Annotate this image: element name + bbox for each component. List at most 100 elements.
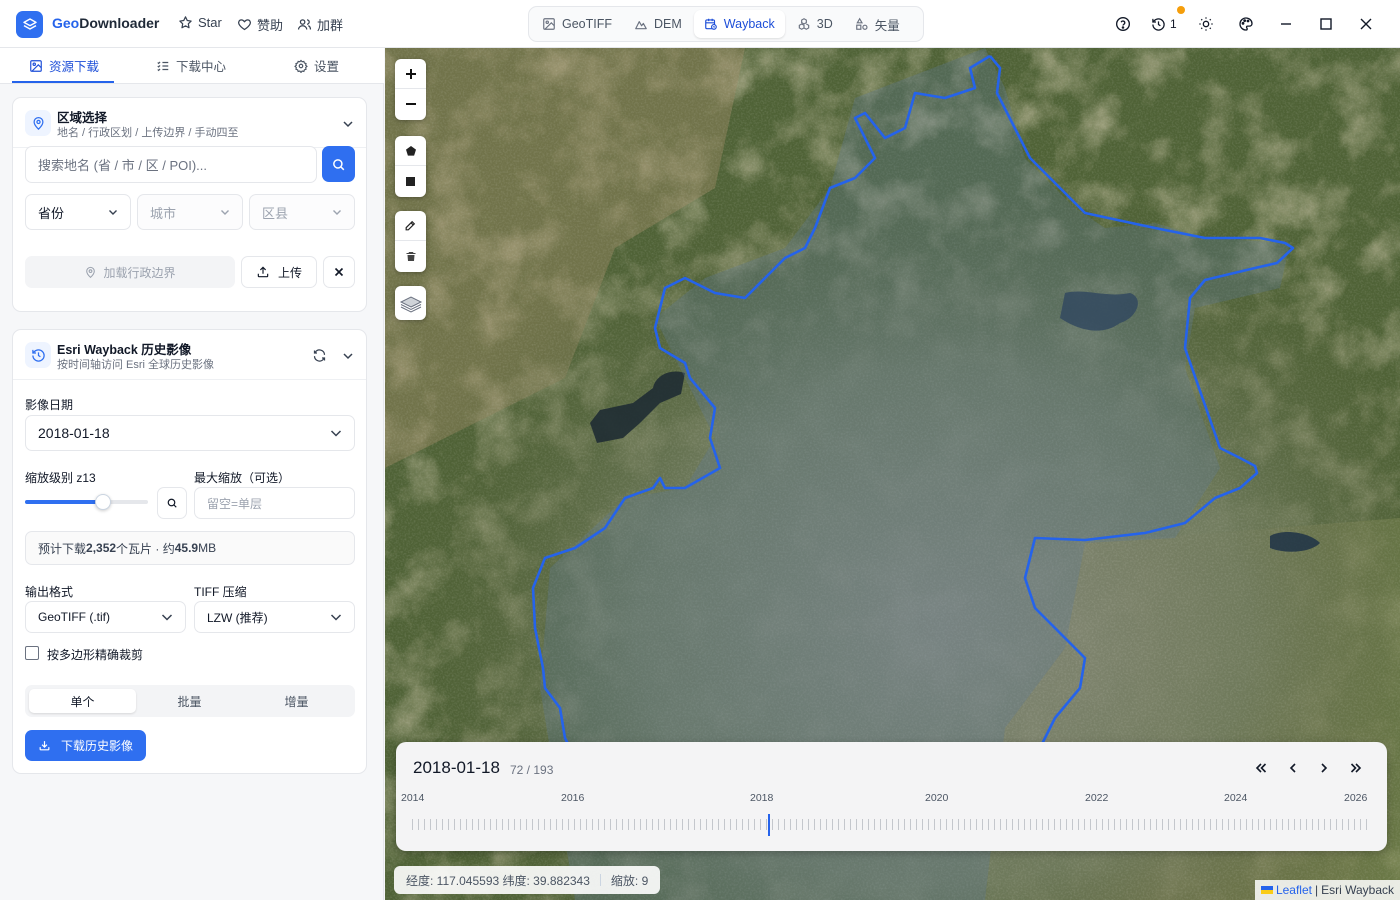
leaflet-link[interactable]: Leaflet (1276, 883, 1312, 897)
timeline-tick[interactable] (1048, 819, 1049, 830)
upload-button[interactable]: 上传 (241, 256, 317, 288)
segment-single[interactable]: 单个 (29, 689, 136, 713)
timeline-tick[interactable] (1042, 819, 1043, 830)
timeline-tick[interactable] (1354, 819, 1355, 830)
timeline-tick[interactable] (1024, 819, 1025, 830)
theme-toggle[interactable] (1196, 14, 1216, 34)
timeline-tick[interactable] (766, 819, 767, 830)
timeline-tick[interactable] (934, 819, 935, 830)
timeline-tick[interactable] (1168, 819, 1169, 830)
timeline-tick[interactable] (868, 819, 869, 830)
timeline-tick[interactable] (772, 819, 773, 830)
timeline-tick[interactable] (1324, 819, 1325, 830)
sponsor-link[interactable]: 赞助 (237, 15, 283, 34)
timeline-tick[interactable] (1222, 819, 1223, 830)
load-boundary-button[interactable]: 加载行政边界 (25, 256, 235, 288)
mode-dem[interactable]: DEM (624, 10, 692, 38)
timeline-tick[interactable] (1234, 819, 1235, 830)
timeline-tick[interactable] (454, 819, 455, 830)
format-select[interactable]: GeoTIFF (.tif) (25, 601, 186, 633)
timeline-tick[interactable] (1036, 819, 1037, 830)
timeline-tick[interactable] (736, 819, 737, 830)
timeline-tick[interactable] (1156, 819, 1157, 830)
timeline-tick[interactable] (892, 819, 893, 830)
timeline-tick[interactable] (496, 819, 497, 830)
timeline-tick[interactable] (1264, 819, 1265, 830)
tab-resource-download[interactable]: 资源下载 (29, 48, 99, 83)
timeline-tick[interactable] (790, 819, 791, 830)
timeline-tick[interactable] (850, 819, 851, 830)
timeline-tick[interactable] (622, 819, 623, 830)
timeline-tick[interactable] (538, 819, 539, 830)
timeline-tick[interactable] (1120, 819, 1121, 830)
timeline-tick[interactable] (1012, 819, 1013, 830)
timeline-tick[interactable] (1348, 819, 1349, 830)
timeline-tick[interactable] (946, 819, 947, 830)
timeline-tick[interactable] (1336, 819, 1337, 830)
timeline-tick[interactable] (562, 819, 563, 830)
timeline-tick[interactable] (460, 819, 461, 830)
mode-geotiff[interactable]: GeoTIFF (532, 10, 622, 38)
timeline-tick[interactable] (760, 819, 761, 830)
timeline-tick[interactable] (796, 819, 797, 830)
zoom-slider-knob[interactable] (95, 494, 111, 510)
timeline-tick[interactable] (1186, 819, 1187, 830)
timeline-tick[interactable] (682, 819, 683, 830)
timeline-tick[interactable] (1300, 819, 1301, 830)
timeline-tick[interactable] (1360, 819, 1361, 830)
timeline-tick[interactable] (982, 819, 983, 830)
timeline-tick[interactable] (634, 819, 635, 830)
close-button[interactable] (1356, 14, 1376, 34)
timeline-tick[interactable] (478, 819, 479, 830)
timeline-tick[interactable] (1204, 819, 1205, 830)
timeline-tick[interactable] (442, 819, 443, 830)
timeline-tick[interactable] (1030, 819, 1031, 830)
tab-settings[interactable]: 设置 (294, 48, 339, 83)
star-link[interactable]: Star (178, 15, 222, 30)
timeline-tick[interactable] (922, 819, 923, 830)
timeline-tick[interactable] (1180, 819, 1181, 830)
timeline-tick[interactable] (1102, 819, 1103, 830)
timeline-tick[interactable] (1228, 819, 1229, 830)
timeline-tick[interactable] (646, 819, 647, 830)
timeline-tick[interactable] (1072, 819, 1073, 830)
timeline-tick[interactable] (742, 819, 743, 830)
timeline-tick[interactable] (604, 819, 605, 830)
timeline-tick[interactable] (658, 819, 659, 830)
timeline-tick[interactable] (508, 819, 509, 830)
timeline-tick[interactable] (1330, 819, 1331, 830)
tab-download-center[interactable]: 下载中心 (156, 48, 226, 83)
mode-wayback[interactable]: Wayback (693, 10, 785, 38)
timeline-tick[interactable] (1306, 819, 1307, 830)
timeline-tick[interactable] (886, 819, 887, 830)
timeline-tick[interactable] (418, 819, 419, 830)
timeline-tick[interactable] (610, 819, 611, 830)
search-button[interactable] (322, 146, 355, 182)
city-select[interactable]: 城市 (137, 194, 243, 230)
timeline-tick[interactable] (952, 819, 953, 830)
timeline-tick[interactable] (532, 819, 533, 830)
mode-vector[interactable]: 矢量 (845, 10, 910, 38)
previous-release-button[interactable] (1283, 758, 1303, 778)
download-history-button[interactable]: 下载历史影像 (25, 730, 146, 761)
timeline-tick[interactable] (1258, 819, 1259, 830)
timeline-tick[interactable] (706, 819, 707, 830)
timeline-tick[interactable] (556, 819, 557, 830)
timeline-tick[interactable] (520, 819, 521, 830)
timeline-tick[interactable] (1276, 819, 1277, 830)
timeline-tick[interactable] (718, 819, 719, 830)
maximize-button[interactable] (1316, 14, 1336, 34)
timeline-tick[interactable] (862, 819, 863, 830)
timeline-tick[interactable] (964, 819, 965, 830)
timeline-tick[interactable] (1138, 819, 1139, 830)
timeline-tick[interactable] (1252, 819, 1253, 830)
timeline-tick[interactable] (580, 819, 581, 830)
timeline-tick[interactable] (472, 819, 473, 830)
timeline-tick[interactable] (1144, 819, 1145, 830)
zoom-slider[interactable] (25, 494, 148, 510)
last-release-button[interactable] (1346, 758, 1366, 778)
clear-region-button[interactable] (323, 256, 355, 288)
timeline-tick[interactable] (676, 819, 677, 830)
timeline-tick[interactable] (856, 819, 857, 830)
district-select[interactable]: 区县 (249, 194, 355, 230)
